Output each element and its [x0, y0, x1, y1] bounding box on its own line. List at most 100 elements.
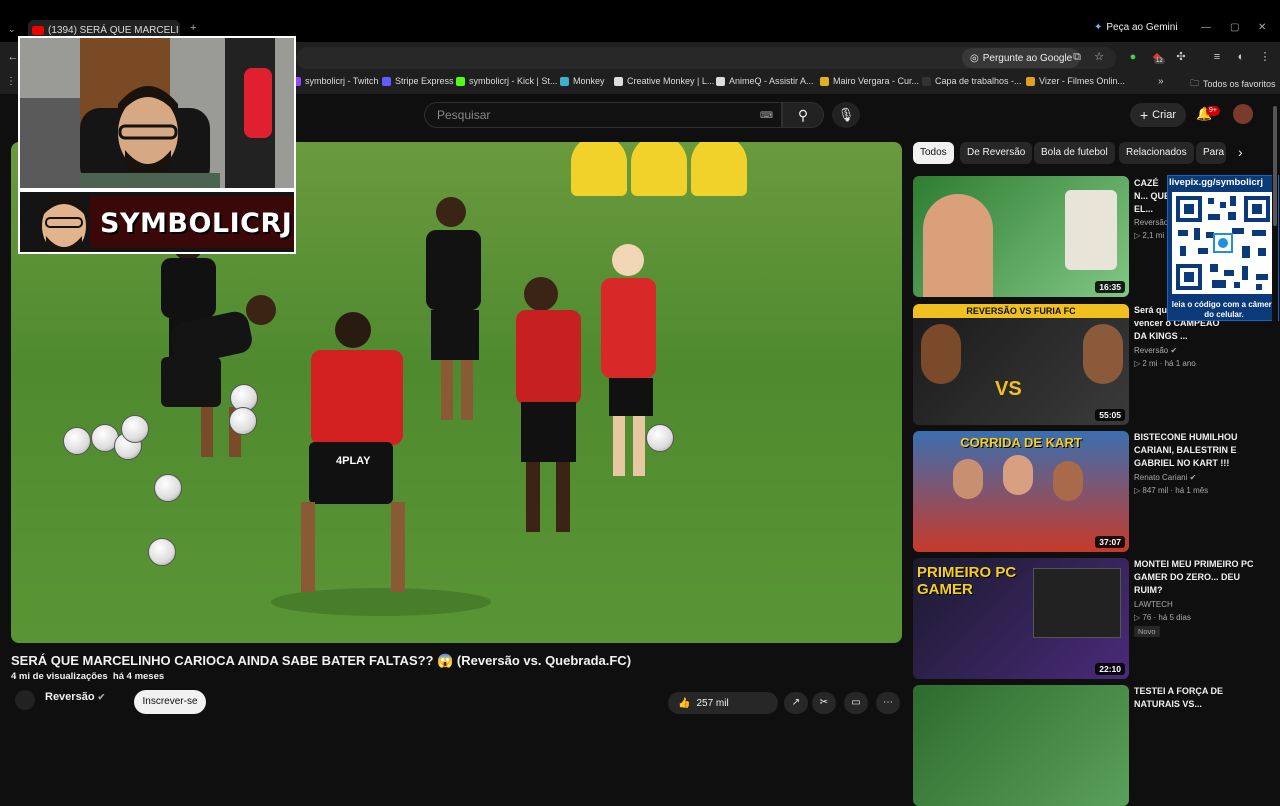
- rec-meta-text: 2 mi · há 1 ano: [1142, 359, 1196, 368]
- share-button[interactable]: ↗: [784, 692, 808, 714]
- bookmark-favicon-icon: [1026, 76, 1035, 86]
- rec-meta: ▷ 847 mil · há 1 mês: [1134, 486, 1209, 495]
- save-button[interactable]: ▭: [844, 692, 868, 714]
- bookmark-item[interactable]: Mairo Vergara - Cur...: [820, 76, 919, 86]
- clip-button[interactable]: ✂: [812, 692, 836, 714]
- rec-meta: ▷ 2 mi · há 1 ano: [1134, 359, 1196, 368]
- bookmark-item[interactable]: symbolicrj - Kick | St...: [456, 76, 557, 86]
- close-window-icon[interactable]: ✕: [1258, 22, 1266, 33]
- google-lens-icon: ◎: [970, 52, 979, 64]
- rec-thumbnail[interactable]: REVERSÃO VS FURIA FC VS 55:05: [913, 304, 1129, 425]
- all-bookmarks-folder[interactable]: 🗀 Todos os favoritos: [1190, 76, 1276, 92]
- tab-search-icon[interactable]: ⌄: [8, 24, 16, 35]
- bookmark-favicon-icon: [382, 76, 391, 86]
- bookmark-item[interactable]: symbolicrj - Twitch: [292, 76, 378, 86]
- rec-title[interactable]: CAZÉ N... QUE EL... BOLA?...: [1134, 177, 1170, 216]
- rec-title[interactable]: TESTEI A FORÇA DE NATURAIS VS...: [1134, 685, 1264, 715]
- gemini-icon: ✦: [1094, 22, 1103, 33]
- rec-duration: 22:10: [1095, 663, 1125, 675]
- rec-channel-name: Renato Cariani: [1134, 473, 1188, 482]
- soccer-ball: [63, 427, 91, 455]
- ask-gemini-button[interactable]: ✦ Peça ao Gemini: [1094, 22, 1178, 33]
- microphone-icon: 🎙: [837, 107, 855, 122]
- soccer-ball: [121, 415, 149, 443]
- extensions-puzzle-icon[interactable]: ✣: [1174, 50, 1188, 64]
- more-actions-button[interactable]: ⋯: [876, 692, 900, 714]
- svg-text:4PLAY: 4PLAY: [336, 455, 371, 467]
- rec-title[interactable]: BISTECONE HUMILHOU CARIANI, BALESTRIN E …: [1134, 431, 1264, 470]
- bookmark-item[interactable]: Monkey: [560, 76, 605, 86]
- chip-todos[interactable]: Todos: [913, 142, 954, 164]
- rec-channel[interactable]: Renato Cariani ✔: [1134, 473, 1196, 482]
- page-scrollbar[interactable]: [1272, 96, 1278, 706]
- player-red-vest-bald: [516, 277, 581, 532]
- extension-green-icon[interactable]: ●: [1126, 50, 1140, 64]
- bookmark-item[interactable]: Creative Monkey | L...: [614, 76, 714, 86]
- plus-icon: +: [1139, 107, 1149, 123]
- bookmark-item[interactable]: AnimeQ - Assistir A...: [716, 76, 814, 86]
- bookmark-label: Stripe Express: [395, 76, 454, 86]
- profile-icon[interactable]: ◐: [1234, 50, 1248, 64]
- install-app-icon[interactable]: ⧉: [1070, 50, 1084, 64]
- bookmark-star-icon[interactable]: ☆: [1092, 50, 1106, 64]
- qr-url: livepix.gg/symbolicrj: [1169, 177, 1263, 188]
- rec-meta: ▷ 2,1 mi: [1134, 231, 1165, 240]
- new-tab-button[interactable]: +: [190, 22, 196, 34]
- thumb-face: [1053, 461, 1083, 501]
- search-button[interactable]: ⚲: [782, 102, 824, 128]
- new-badge: Novo: [1134, 626, 1160, 637]
- bookmarks-overflow-icon[interactable]: »: [1158, 76, 1164, 87]
- thumb-face: [923, 194, 993, 297]
- webcam-scene: [20, 38, 294, 188]
- streamer-nameplate: SYMBOLICRJ: [18, 190, 296, 254]
- scrollbar-thumb[interactable]: [1273, 106, 1277, 226]
- chip-de-reversao[interactable]: De Reversão: [960, 142, 1033, 164]
- thumb-face: [953, 459, 983, 499]
- bookmark-item[interactable]: Vizer - Filmes Onlin...: [1026, 76, 1125, 86]
- account-avatar[interactable]: [1233, 104, 1253, 124]
- channel-name-row[interactable]: Reversão ✔: [45, 691, 105, 703]
- rec-thumbnail[interactable]: CORRIDA DE KART 37:07: [913, 431, 1129, 552]
- like-count: 257 mil: [696, 697, 729, 709]
- bookmark-label: Monkey: [573, 76, 605, 86]
- rec-thumbnail[interactable]: 16:35: [913, 176, 1129, 297]
- subscribe-button[interactable]: Inscrever-se: [134, 690, 206, 714]
- ask-google-label: Pergunte ao Google: [982, 52, 1073, 64]
- minimize-icon[interactable]: —: [1201, 22, 1211, 33]
- ask-google-button[interactable]: ◎ Pergunte ao Google: [962, 48, 1081, 68]
- bookmark-label: Creative Monkey | L...: [627, 76, 715, 86]
- extension-badge: 12: [1154, 58, 1165, 64]
- search-input[interactable]: Pesquisar: [424, 102, 782, 128]
- bookmark-favicon-icon: [614, 76, 623, 86]
- voice-search-button[interactable]: 🎙: [832, 102, 860, 128]
- maximize-icon[interactable]: ▢: [1230, 22, 1239, 33]
- chip-bola-de-futebol[interactable]: Bola de futebol: [1034, 142, 1115, 164]
- media-control-icon[interactable]: ≡: [1210, 50, 1224, 64]
- keyboard-icon[interactable]: ⌨: [760, 110, 773, 121]
- browser-menu-icon[interactable]: ⋮: [1258, 50, 1272, 64]
- rec-channel[interactable]: Reversão ✔: [1134, 346, 1177, 355]
- webcam-overlay: [18, 36, 296, 190]
- channel-avatar[interactable]: [15, 690, 35, 710]
- create-label: Criar: [1152, 109, 1177, 121]
- rec-meta-text: 76 · há 5 dias: [1142, 613, 1191, 622]
- like-button[interactable]: 👍 257 mil: [668, 692, 778, 714]
- bookmark-item[interactable]: Stripe Express: [382, 76, 454, 86]
- rec-thumbnail[interactable]: [913, 685, 1129, 806]
- bookmark-item[interactable]: Capa de trabalhos -...: [922, 76, 1022, 86]
- clip-icon: ✂: [819, 697, 829, 708]
- rec-title[interactable]: MONTEI MEU PRIMEIRO PC GAMER DO ZERO... …: [1134, 558, 1264, 597]
- rec-channel[interactable]: LAWTECH: [1134, 600, 1173, 609]
- qr-pattern: [1172, 192, 1274, 294]
- folder-icon: 🗀: [1190, 78, 1200, 88]
- chips-next-icon[interactable]: ›: [1238, 144, 1243, 160]
- thumb-vs-text: VS: [995, 378, 1022, 400]
- share-icon: ↗: [791, 697, 801, 708]
- rec-thumbnail[interactable]: PRIMEIRO PC GAMER 22:10: [913, 558, 1129, 679]
- thumb-face: [921, 324, 961, 384]
- create-button[interactable]: + Criar: [1130, 103, 1186, 127]
- rec-channel[interactable]: Reversão: [1134, 218, 1168, 227]
- chip-relacionados[interactable]: Relacionados: [1119, 142, 1194, 164]
- player-black-center: [426, 197, 481, 420]
- chip-para[interactable]: Para: [1196, 142, 1226, 164]
